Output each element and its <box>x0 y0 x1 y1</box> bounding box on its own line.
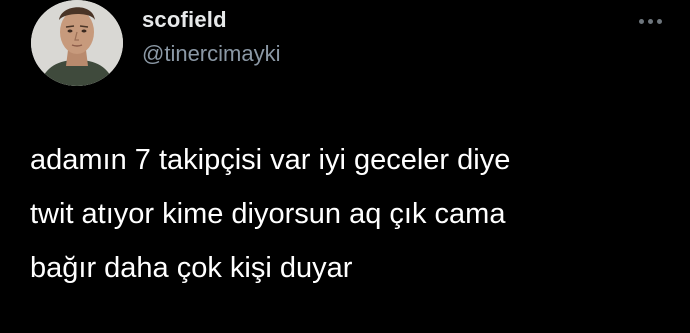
ellipsis-icon <box>647 18 653 24</box>
profile-photo-icon <box>31 0 123 86</box>
tweet-text-line: twit atıyor kime diyorsun aq çık cama <box>30 198 506 230</box>
user-handle[interactable]: @tinercimayki <box>142 41 280 67</box>
more-options-button[interactable] <box>630 8 670 34</box>
tweet-text: adamın 7 takipçisi var iyi geceler diye … <box>30 133 680 295</box>
tweet-card: scofield @tinercimayki adamın 7 takipçis… <box>0 0 690 333</box>
display-name[interactable]: scofield <box>142 7 227 33</box>
ellipsis-icon <box>638 18 644 24</box>
avatar[interactable] <box>31 0 123 86</box>
tweet-text-line: bağır daha çok kişi duyar <box>30 252 353 284</box>
ellipsis-icon <box>656 18 662 24</box>
tweet-text-line: adamın 7 takipçisi var iyi geceler diye <box>30 144 511 176</box>
